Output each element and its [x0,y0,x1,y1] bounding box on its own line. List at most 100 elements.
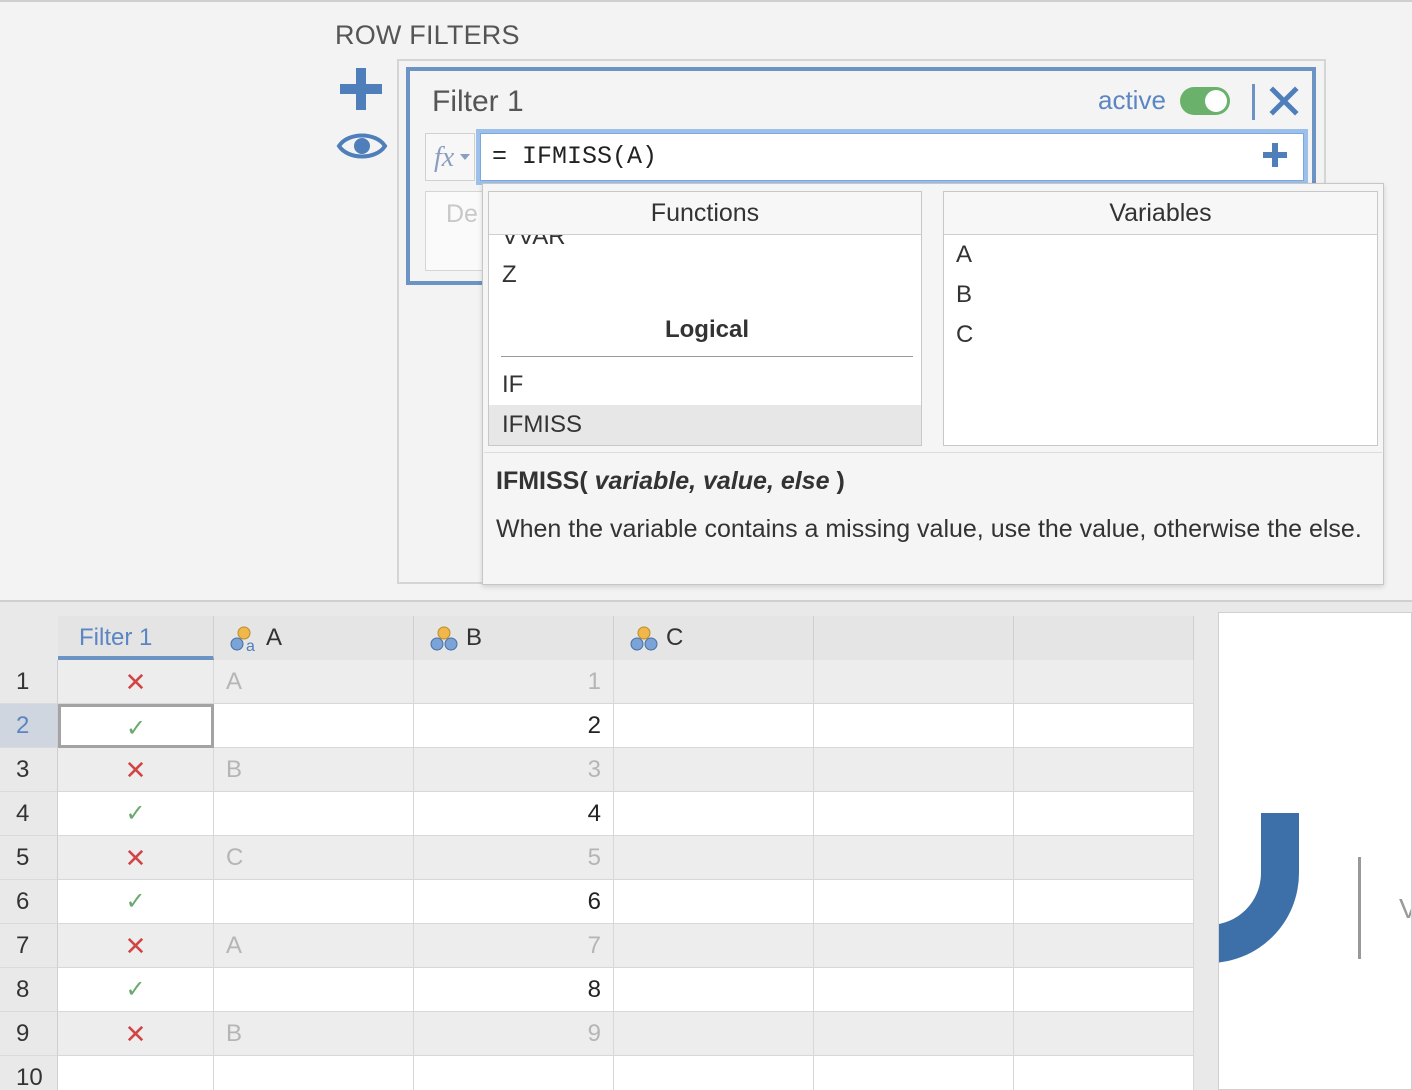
cell-empty[interactable] [814,968,1014,1012]
column-header-b[interactable]: B [414,616,614,660]
cell-b[interactable] [414,1056,614,1090]
cell-b[interactable]: 7 [414,924,614,968]
cell-empty[interactable] [1014,880,1194,924]
spreadsheet: Filter 1 a A B C 1 ✕ A 1 2 ✓ 2 3 ✕ B 3 4… [0,600,1412,1090]
cell-empty[interactable] [1014,660,1194,704]
cell-empty[interactable] [814,748,1014,792]
filter-cell[interactable]: ✕ [58,924,214,968]
cell-empty[interactable] [1014,748,1194,792]
column-header-empty[interactable] [814,616,1014,660]
column-header-a[interactable]: a A [214,616,414,660]
filter-cell[interactable]: ✓ [58,880,214,924]
cell-c[interactable] [614,660,814,704]
cell-a[interactable] [214,704,414,748]
cell-empty[interactable] [814,924,1014,968]
row-number[interactable]: 5 [0,836,58,880]
row-number[interactable]: 10 [0,1056,58,1090]
remove-filter-button[interactable] [1268,85,1300,117]
function-picker-button[interactable]: fx [425,133,475,181]
cell-b[interactable]: 6 [414,880,614,924]
row-number[interactable]: 4 [0,792,58,836]
cell-c[interactable] [614,792,814,836]
cell-c[interactable] [614,924,814,968]
plus-icon [340,68,382,110]
add-filter-button[interactable] [338,66,384,112]
cell-empty[interactable] [814,792,1014,836]
filter-cell[interactable]: ✕ [58,748,214,792]
formula-input[interactable]: = IFMISS(A) [476,129,1308,185]
cell-a[interactable] [214,1056,414,1090]
active-label: active [1098,85,1166,115]
cell-empty[interactable] [1014,1056,1194,1090]
row-number[interactable]: 6 [0,880,58,924]
cell-empty[interactable] [1014,792,1194,836]
row-number[interactable]: 7 [0,924,58,968]
cell-empty[interactable] [1014,836,1194,880]
column-header-c[interactable]: C [614,616,814,660]
row-number[interactable]: 9 [0,1012,58,1056]
filter-cell[interactable]: ✕ [58,660,214,704]
row-number[interactable]: 1 [0,660,58,704]
cell-a[interactable] [214,792,414,836]
cell-c[interactable] [614,704,814,748]
filter-cell[interactable]: ✕ [58,836,214,880]
cell-b[interactable]: 1 [414,660,614,704]
cell-empty[interactable] [1014,968,1194,1012]
function-item-selected[interactable]: IFMISS [489,405,921,445]
variable-item[interactable]: C [944,315,1377,355]
logo-divider [1358,857,1361,959]
filter-cell[interactable] [58,1056,214,1090]
variable-item[interactable]: B [944,275,1377,315]
cell-a[interactable]: C [214,836,414,880]
filter-cell[interactable]: ✓ [58,792,214,836]
cell-c[interactable] [614,836,814,880]
cell-empty[interactable] [1014,1012,1194,1056]
cell-a[interactable] [214,880,414,924]
cell-c[interactable] [614,968,814,1012]
cell-c[interactable] [614,1012,814,1056]
cell-empty[interactable] [814,836,1014,880]
cell-b[interactable]: 5 [414,836,614,880]
column-header-empty[interactable] [1014,616,1194,660]
filter-cell[interactable]: ✓ [58,968,214,1012]
cell-empty[interactable] [814,660,1014,704]
cell-b[interactable]: 8 [414,968,614,1012]
function-item[interactable]: VVAR [489,235,921,257]
toggle-filter-visibility-button[interactable] [336,126,388,166]
cell-b[interactable]: 3 [414,748,614,792]
filter-cell[interactable]: ✓ [58,704,214,748]
nominal-variable-icon [428,625,460,653]
cell-c[interactable] [614,748,814,792]
cell-empty[interactable] [814,1012,1014,1056]
cell-b[interactable]: 9 [414,1012,614,1056]
cell-empty[interactable] [1014,924,1194,968]
signature-close: ) [836,467,845,495]
functions-list[interactable]: Functions VVAR Z Logical IF IFMISS [488,191,922,446]
add-condition-button[interactable] [1260,140,1290,170]
row-number[interactable]: 2 [0,704,58,748]
cell-a[interactable]: B [214,748,414,792]
column-header-filter-1[interactable]: Filter 1 [58,616,214,660]
function-item[interactable]: IF [489,365,921,405]
row-number[interactable]: 8 [0,968,58,1012]
function-item[interactable]: Z [489,255,921,295]
cell-empty[interactable] [814,1056,1014,1090]
cell-c[interactable] [614,1056,814,1090]
cell-empty[interactable] [814,704,1014,748]
cell-a[interactable]: B [214,1012,414,1056]
variables-list[interactable]: Variables A B C [943,191,1378,446]
active-toggle[interactable] [1180,87,1230,115]
variable-item[interactable]: A [944,235,1377,275]
cell-empty[interactable] [814,880,1014,924]
row-number[interactable]: 3 [0,748,58,792]
cell-a[interactable]: A [214,660,414,704]
welcome-text: V [1399,893,1411,925]
cell-b[interactable]: 4 [414,792,614,836]
cell-a[interactable]: A [214,924,414,968]
cell-empty[interactable] [1014,704,1194,748]
filter-cell[interactable]: ✕ [58,1012,214,1056]
cell-c[interactable] [614,880,814,924]
included-check-icon: ✓ [125,800,146,827]
cell-a[interactable] [214,968,414,1012]
cell-b[interactable]: 2 [414,704,614,748]
